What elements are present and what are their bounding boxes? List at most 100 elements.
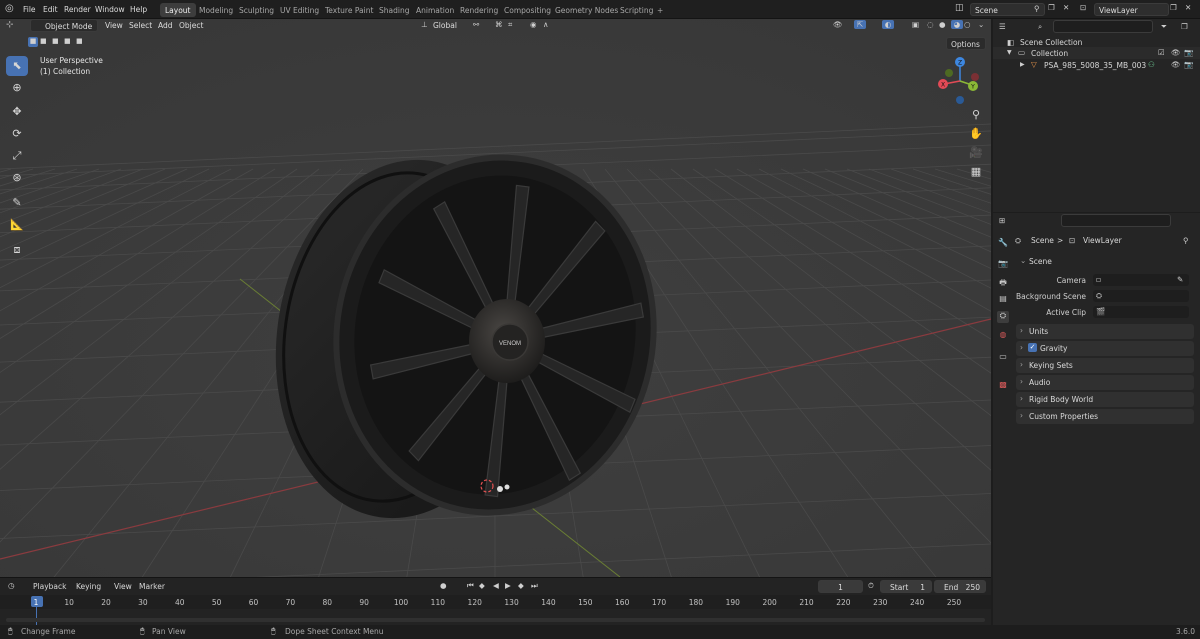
select-new-icon[interactable]: ■ — [28, 37, 38, 47]
new-collection-icon[interactable]: ❐ — [1181, 22, 1188, 31]
keying-sets-panel[interactable]: › Keying Sets — [1016, 358, 1194, 373]
tab-sculpting[interactable]: Sculpting — [234, 3, 279, 17]
tab-rendering[interactable]: Rendering — [455, 3, 503, 17]
timeline-menu-keying[interactable]: Keying — [76, 582, 101, 591]
pivot-icon[interactable]: ⚯ — [473, 20, 479, 29]
overlay-toggle-icon[interactable]: ◐ — [882, 20, 894, 29]
move-tool[interactable]: ✥ — [6, 102, 28, 122]
custom-properties-panel[interactable]: › Custom Properties — [1016, 409, 1194, 424]
units-panel[interactable]: › Units — [1016, 324, 1194, 339]
start-frame-field[interactable]: Start 1 — [880, 580, 932, 593]
timeline-menu-view[interactable]: View — [114, 582, 132, 591]
expand-arrow-icon[interactable]: ▼ — [1007, 49, 1012, 56]
annotate-tool[interactable]: ✎ — [6, 193, 28, 213]
gravity-checkbox[interactable]: ✓ — [1028, 343, 1037, 352]
world-tab-icon[interactable]: ◍ — [997, 330, 1009, 342]
outliner-scene-collection[interactable]: Scene Collection — [1020, 38, 1082, 47]
modifier-icon[interactable]: ⚇ — [1148, 60, 1155, 69]
shading-material-icon[interactable]: ◕ — [951, 20, 963, 29]
tab-modeling[interactable]: Modeling — [194, 3, 238, 17]
shading-wireframe-icon[interactable]: ◌ — [927, 20, 934, 29]
tool-tab-icon[interactable]: 🔧 — [997, 238, 1009, 250]
tab-shading[interactable]: Shading — [374, 3, 414, 17]
navigation-gizmo[interactable]: Z X Y — [935, 55, 985, 105]
menu-edit[interactable]: Edit — [43, 5, 58, 14]
render-tab-icon[interactable]: 📷 — [997, 259, 1009, 271]
scale-tool[interactable]: ⤢ — [6, 146, 28, 166]
object-visibility-icon[interactable]: 👁 — [1171, 60, 1181, 69]
properties-pin-icon[interactable]: ⚲ — [1183, 236, 1189, 245]
view-layer-tab-icon[interactable]: ▤ — [997, 294, 1009, 306]
shading-rendered-icon[interactable]: ○ — [964, 20, 971, 29]
tab-texture-paint[interactable]: Texture Paint — [320, 3, 378, 17]
viewport-menu-object[interactable]: Object — [179, 21, 203, 30]
output-tab-icon[interactable]: 🖶 — [997, 277, 1009, 289]
play-reverse-icon[interactable]: ◀ — [493, 581, 499, 590]
menu-window[interactable]: Window — [95, 5, 125, 14]
timeline-menu-playback[interactable]: Playback — [33, 582, 66, 591]
falloff-icon[interactable]: ∧ — [543, 20, 549, 29]
active-clip-field[interactable]: 🎬 — [1093, 306, 1189, 318]
collection-visibility-icon[interactable]: 👁 — [1171, 48, 1181, 57]
new-scene-icon[interactable]: ❐ — [1048, 3, 1055, 12]
measure-tool[interactable]: 📐 — [6, 215, 28, 235]
viewport-menu-view[interactable]: View — [105, 21, 123, 30]
outliner-collection-row[interactable]: ▼ ▭ Collection ☑ 👁 📷 — [993, 47, 1200, 59]
shading-options-icon[interactable]: ⌄ — [978, 20, 984, 29]
add-cube-tool[interactable]: ⧈ — [6, 240, 28, 260]
tab-compositing[interactable]: Compositing — [499, 3, 556, 17]
menu-file[interactable]: File — [23, 5, 36, 14]
3d-viewport[interactable]: VENOM ⊹ Object Mode View Select Add Obje… — [0, 19, 991, 577]
select-invert-icon[interactable]: ■ — [64, 37, 71, 45]
properties-search-input[interactable] — [1061, 214, 1171, 227]
tab-geometry-nodes[interactable]: Geometry Nodes — [550, 3, 623, 17]
xray-icon[interactable]: ▣ — [912, 20, 919, 29]
view-layer-field[interactable]: ViewLayer — [1094, 3, 1169, 16]
outliner-editor-type-icon[interactable]: ☰ — [999, 22, 1006, 31]
end-frame-field[interactable]: End 250 — [934, 580, 986, 593]
gizmo-toggle-icon[interactable]: ⇱ — [854, 20, 866, 29]
select-extend-icon[interactable]: ■ — [40, 37, 47, 45]
audio-panel[interactable]: › Audio — [1016, 375, 1194, 390]
snap-icon[interactable]: ⌘ — [495, 20, 503, 29]
remove-scene-icon[interactable]: ✕ — [1063, 3, 1069, 12]
texture-tab-icon[interactable]: ▩ — [997, 380, 1009, 392]
jump-keyframe-forward-icon[interactable]: ◆ — [518, 581, 524, 590]
timeline-editor-type-icon[interactable]: ◷ — [8, 581, 15, 590]
outliner-object-row[interactable]: ▶ ▽ PSA_985_5008_35_MB_003 ⚇ 👁 📷 — [993, 59, 1200, 71]
proportional-edit-icon[interactable]: ◉ — [530, 20, 537, 29]
current-frame-field[interactable]: 1 — [818, 580, 863, 593]
gravity-panel[interactable]: › ✓ Gravity — [1016, 341, 1194, 356]
view-layer-icon[interactable]: ⊡ — [1080, 3, 1086, 12]
select-box-tool[interactable]: ⬉ — [6, 56, 28, 76]
shading-solid-icon[interactable]: ● — [939, 20, 946, 29]
rotate-tool[interactable]: ⟳ — [6, 124, 28, 144]
play-icon[interactable]: ▶ — [505, 581, 511, 590]
eyedropper-icon[interactable]: ✎ — [1177, 275, 1183, 284]
select-intersect-icon[interactable]: ■ — [76, 37, 83, 45]
tab-layout[interactable]: Layout — [160, 3, 196, 17]
gizmo-neg-y-handle[interactable] — [945, 69, 953, 77]
editor-type-icon[interactable]: ⊹ — [6, 20, 14, 30]
timeline-scrollbar[interactable] — [6, 618, 985, 622]
scene-icon[interactable]: ◫ — [955, 3, 964, 13]
tab-uv-editing[interactable]: UV Editing — [275, 3, 324, 17]
collection-tab-icon[interactable]: ▭ — [997, 352, 1009, 364]
jump-end-icon[interactable]: ⏭ — [531, 581, 538, 591]
properties-editor-type-icon[interactable]: ⊞ — [999, 216, 1005, 225]
collection-render-icon[interactable]: 📷 — [1184, 48, 1193, 57]
menu-help[interactable]: Help — [130, 5, 147, 14]
pan-view-icon[interactable]: ✋ — [966, 124, 986, 144]
transform-orientation-dropdown[interactable]: Global — [433, 21, 457, 30]
camera-field[interactable]: ▫ ✎ — [1093, 274, 1189, 286]
timeline-menu-marker[interactable]: Marker — [139, 582, 165, 591]
gizmo-neg-x-handle[interactable] — [971, 73, 979, 81]
preview-range-icon[interactable]: ⏱ — [868, 581, 874, 591]
viewport-menu-add[interactable]: Add — [158, 21, 173, 30]
outliner-funnel-icon[interactable]: ⏷ — [1161, 22, 1167, 32]
jump-keyframe-back-icon[interactable]: ◆ — [479, 581, 485, 590]
jump-start-icon[interactable]: ⏮ — [467, 581, 474, 591]
remove-view-layer-icon[interactable]: ✕ — [1185, 3, 1191, 12]
blender-logo-icon[interactable]: ◎ — [5, 3, 14, 14]
rigid-body-world-panel[interactable]: › Rigid Body World — [1016, 392, 1194, 407]
